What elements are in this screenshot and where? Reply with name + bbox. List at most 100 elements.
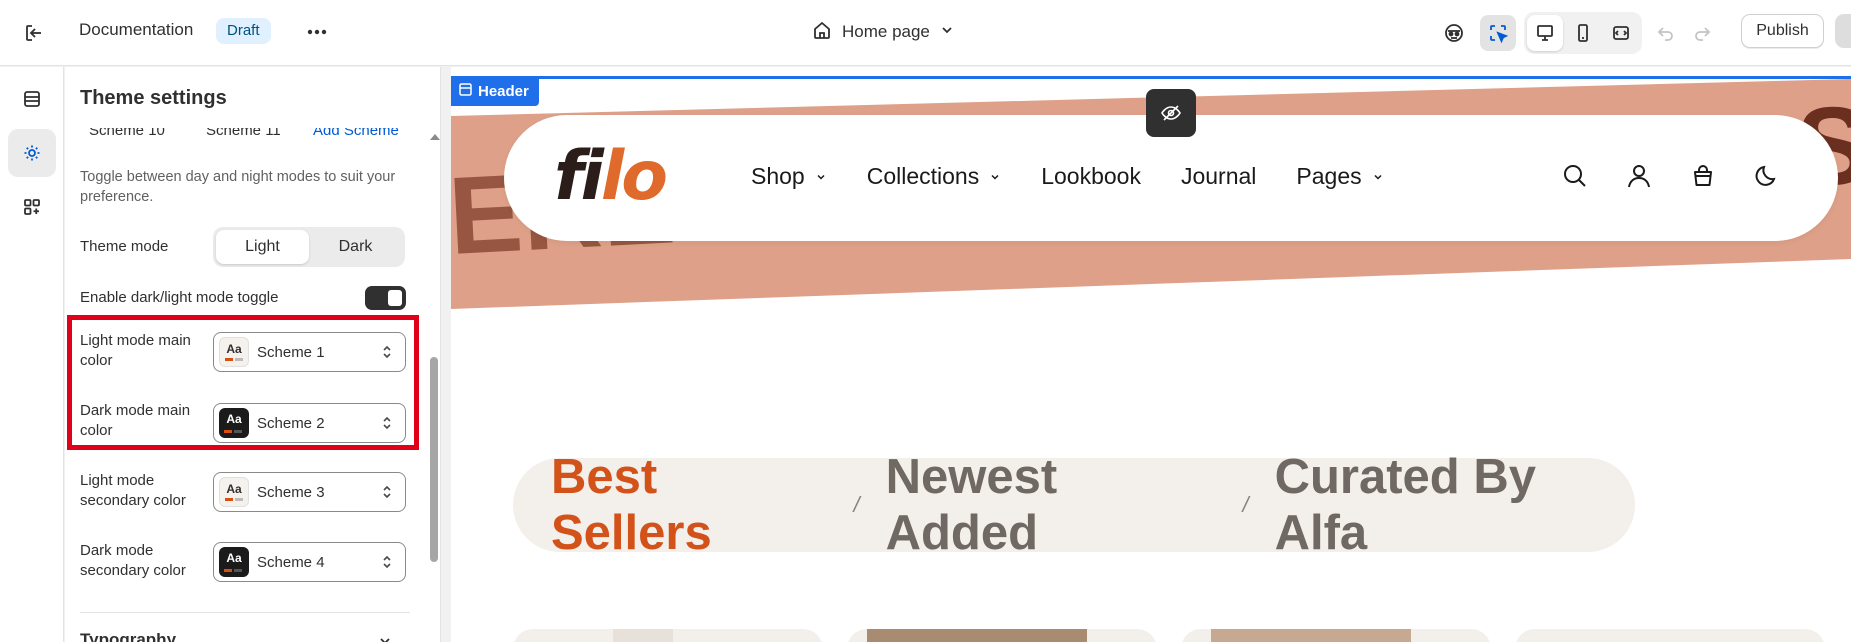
undo-icon[interactable] [1648,15,1684,51]
dark-secondary-color-label: Dark mode secondary color [80,541,186,581]
fullscreen-view-icon[interactable] [1603,15,1639,51]
section-icon [459,82,472,100]
label-line: Light mode main [80,332,191,349]
scheme-tab-10[interactable]: Scheme 10 [89,128,165,139]
dark-light-toggle-label: Enable dark/light mode toggle [80,289,279,306]
swatch-text: Aa [226,482,242,496]
swatch-text: Aa [226,342,242,356]
dark-mode-icon[interactable] [1754,163,1780,194]
account-icon[interactable] [1626,163,1652,194]
inspector-icon[interactable] [1480,15,1516,51]
store-title: Documentation [79,20,194,39]
section-tag-label: Header [478,82,529,100]
label-line: color [80,422,113,439]
nav-item-shop[interactable]: Shop [751,163,827,190]
color-scheme-swatch: Aa [219,477,249,507]
publish-button[interactable]: Publish [1741,14,1824,48]
chevron-down-icon [817,174,825,180]
theme-mode-light-option[interactable]: Light [216,230,309,264]
nav-label: Shop [751,163,805,189]
dark-main-color-label: Dark mode main color [80,401,190,441]
status-badge: Draft [216,18,271,44]
label-line: Dark mode main [80,402,191,419]
select-chevron-icon [381,343,393,361]
theme-settings-icon[interactable] [8,129,56,177]
swatch-text: Aa [226,551,242,565]
select-value: Scheme 1 [257,343,325,361]
more-actions-icon[interactable] [302,18,332,46]
switch-knob [388,290,402,306]
sections-icon[interactable] [8,75,56,123]
tab-separator: / [1242,492,1249,517]
add-scheme-link[interactable]: Add Scheme [313,128,399,139]
select-chevron-icon [381,414,393,432]
main-nav: Shop Collections Lookbook Journal Pages [751,163,1384,190]
color-scheme-swatch: Aa [219,408,249,438]
apps-icon[interactable] [8,183,56,231]
light-secondary-color-select[interactable]: Aa Scheme 3 [213,472,406,512]
tab-newest-added[interactable]: Newest Added [886,449,1217,561]
exit-icon[interactable] [20,19,48,47]
nav-label: Pages [1296,163,1362,189]
product-card[interactable] [513,629,823,642]
scheme-tab-11[interactable]: Scheme 11 [206,128,281,139]
chevron-down-icon [940,22,954,42]
header-icons [1562,163,1780,194]
nav-item-collections[interactable]: Collections [867,163,1002,190]
panel-scrollbar[interactable] [430,357,438,562]
dark-secondary-color-select[interactable]: Aa Scheme 4 [213,542,406,582]
ai-assistant-icon[interactable] [1436,15,1472,51]
collection-tabs: Best Sellers / Newest Added / Curated By… [513,450,1635,560]
nav-item-lookbook[interactable]: Lookbook [1041,163,1141,190]
nav-label: Journal [1180,163,1257,189]
section-divider [80,612,410,613]
theme-preview: ERETO S Header filo Shop Collections Loo… [451,67,1851,642]
light-main-color-select[interactable]: Aa Scheme 1 [213,332,406,372]
theme-mode-description: Toggle between day and night modes to su… [80,169,396,205]
redo-icon[interactable] [1684,15,1720,51]
logo-part: fi [554,137,604,216]
dark-light-toggle-switch[interactable] [365,286,406,310]
publish-menu-button[interactable] [1835,14,1851,48]
panel-title: Theme settings [80,87,227,109]
store-logo[interactable]: filo [554,137,668,216]
hide-section-icon[interactable] [1146,89,1196,137]
page-selector[interactable]: Home page [812,18,954,46]
nav-label: Lookbook [1041,163,1141,189]
desktop-view-icon[interactable] [1527,15,1563,51]
dark-main-color-select[interactable]: Aa Scheme 2 [213,403,406,443]
toolbar-right [1436,12,1720,54]
chevron-down-icon [991,174,999,180]
select-value: Scheme 2 [257,414,325,432]
color-scheme-swatch: Aa [219,547,249,577]
theme-mode-dark-option[interactable]: Dark [309,230,402,264]
chevron-down-icon [1374,174,1382,180]
chevron-down-icon[interactable] [377,633,393,642]
label-line: secondary color [80,492,186,509]
viewport-switcher [1524,12,1642,54]
left-rail [0,67,64,642]
search-icon[interactable] [1562,163,1588,194]
nav-item-pages[interactable]: Pages [1296,163,1383,190]
product-card[interactable] [847,629,1157,642]
product-card[interactable] [1181,629,1491,642]
light-main-color-label: Light mode main color [80,331,191,371]
nav-label: Collections [866,163,980,189]
page-selector-label: Home page [842,22,930,41]
select-chevron-icon [381,553,393,571]
label-line: Dark mode [80,542,154,559]
select-value: Scheme 4 [257,553,325,571]
nav-item-journal[interactable]: Journal [1181,163,1256,190]
section-tag[interactable]: Header [451,76,539,106]
theme-settings-panel: Theme settings Scheme 10 Scheme 11 Add S… [65,67,441,642]
cart-icon[interactable] [1690,163,1716,194]
scroll-up-arrow-icon[interactable] [429,129,440,147]
typography-section-header[interactable]: Typography [80,630,176,642]
label-line: Light mode [80,472,155,489]
label-line: secondary color [80,562,186,579]
tab-best-sellers[interactable]: Best Sellers [551,449,827,561]
swatch-text: Aa [226,412,242,426]
product-card[interactable] [1515,629,1825,642]
mobile-view-icon[interactable] [1565,15,1601,51]
tab-curated-by-alfa[interactable]: Curated By Alfa [1275,449,1635,561]
